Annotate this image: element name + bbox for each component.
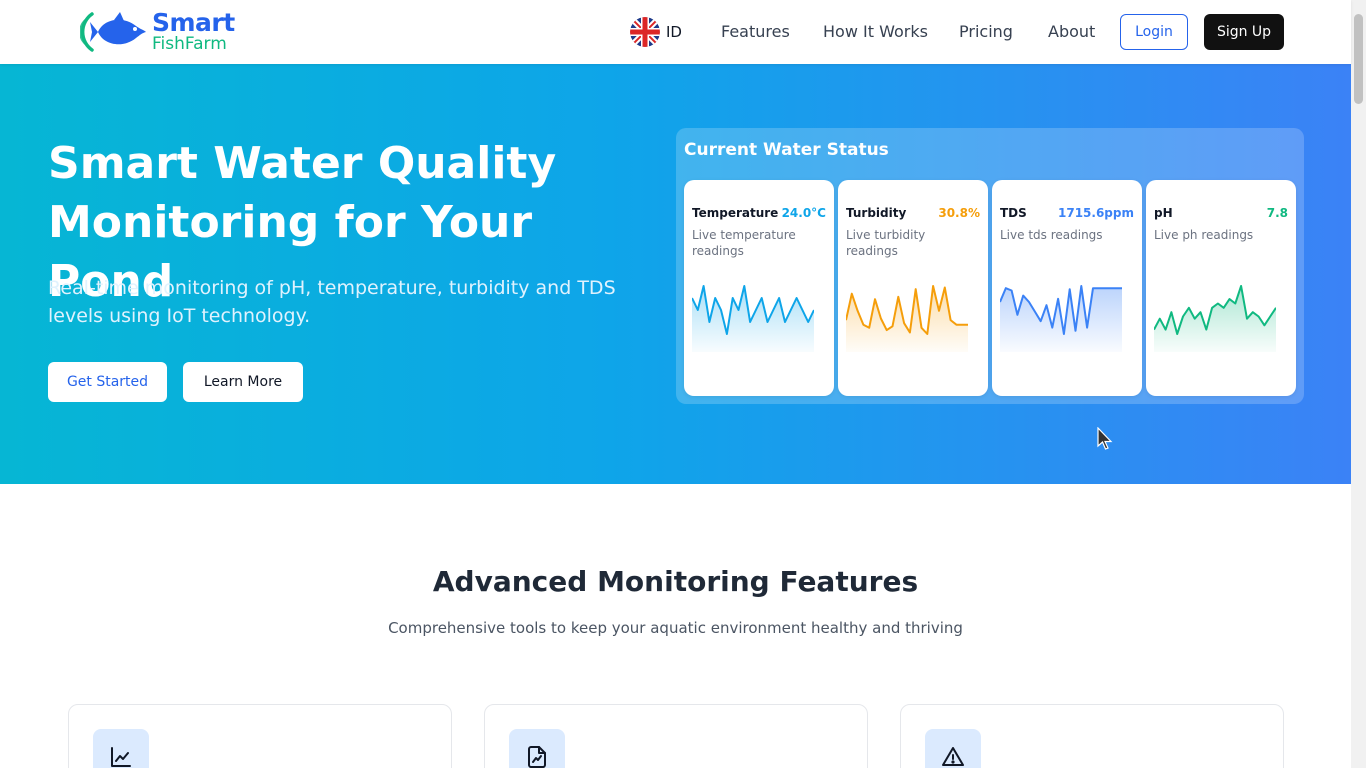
brand-subname: FishFarm xyxy=(152,34,227,54)
warning-icon xyxy=(925,729,981,768)
feature-card-alerts[interactable] xyxy=(900,704,1284,768)
feature-card-realtime[interactable] xyxy=(68,704,452,768)
water-status-title: Current Water Status xyxy=(684,140,889,160)
signup-button[interactable]: Sign Up xyxy=(1204,14,1284,50)
ph-sparkline xyxy=(1154,285,1276,352)
tds-card[interactable]: TDS 1715.6ppm Live tds readings xyxy=(992,180,1142,396)
card-description: Live temperature readings xyxy=(692,228,796,258)
card-value: 1715.6ppm xyxy=(1058,206,1134,220)
scrollbar-thumb[interactable] xyxy=(1354,14,1363,104)
nav-link-how-it-works[interactable]: How It Works xyxy=(823,22,928,41)
card-value: 24.0°C xyxy=(781,206,826,220)
document-chart-icon xyxy=(509,729,565,768)
language-code: ID xyxy=(666,23,682,41)
hero-section: Smart Water Quality Monitoring for Your … xyxy=(0,64,1351,484)
fish-logo-icon xyxy=(80,12,146,52)
turbidity-card[interactable]: Turbidity 30.8% Live turbidity readings xyxy=(838,180,988,396)
card-description: Live turbidity readings xyxy=(846,228,926,258)
mouse-cursor-icon xyxy=(1097,427,1113,450)
card-label: pH xyxy=(1154,206,1173,220)
tds-sparkline xyxy=(1000,285,1122,352)
learn-more-button[interactable]: Learn More xyxy=(183,362,303,402)
card-value: 30.8% xyxy=(938,206,980,220)
card-description: Live tds readings xyxy=(1000,228,1103,242)
card-value: 7.8 xyxy=(1266,206,1288,220)
card-label: TDS xyxy=(1000,206,1027,220)
nav-link-features[interactable]: Features xyxy=(721,22,790,41)
get-started-button[interactable]: Get Started xyxy=(48,362,167,402)
temperature-card[interactable]: Temperature 24.0°C Live temperature read… xyxy=(684,180,834,396)
nav-link-pricing[interactable]: Pricing xyxy=(959,22,1013,41)
uk-flag-icon xyxy=(630,17,660,47)
features-title: Advanced Monitoring Features xyxy=(432,565,919,598)
logo[interactable]: Smart FishFarm xyxy=(80,8,235,56)
login-button[interactable]: Login xyxy=(1120,14,1188,50)
water-status-panel: Current Water Status Temperature 24.0°C … xyxy=(676,128,1304,404)
page-scrollbar[interactable] xyxy=(1351,0,1366,768)
line-chart-icon xyxy=(93,729,149,768)
nav-link-about[interactable]: About xyxy=(1048,22,1095,41)
card-label: Temperature xyxy=(692,206,779,220)
brand-name: Smart xyxy=(152,8,235,37)
hero-subtitle: Real-time monitoring of pH, temperature,… xyxy=(48,277,616,327)
card-description: Live ph readings xyxy=(1154,228,1254,242)
card-label: Turbidity xyxy=(846,206,907,220)
features-subtitle: Comprehensive tools to keep your aquatic… xyxy=(388,619,963,637)
turbidity-sparkline xyxy=(846,285,968,352)
feature-card-reports[interactable] xyxy=(484,704,868,768)
language-switcher[interactable]: ID xyxy=(630,16,682,48)
ph-card[interactable]: pH 7.8 Live ph readings xyxy=(1146,180,1296,396)
navbar: Smart FishFarm ID Features How It Works … xyxy=(0,0,1351,64)
temperature-sparkline xyxy=(692,285,814,352)
